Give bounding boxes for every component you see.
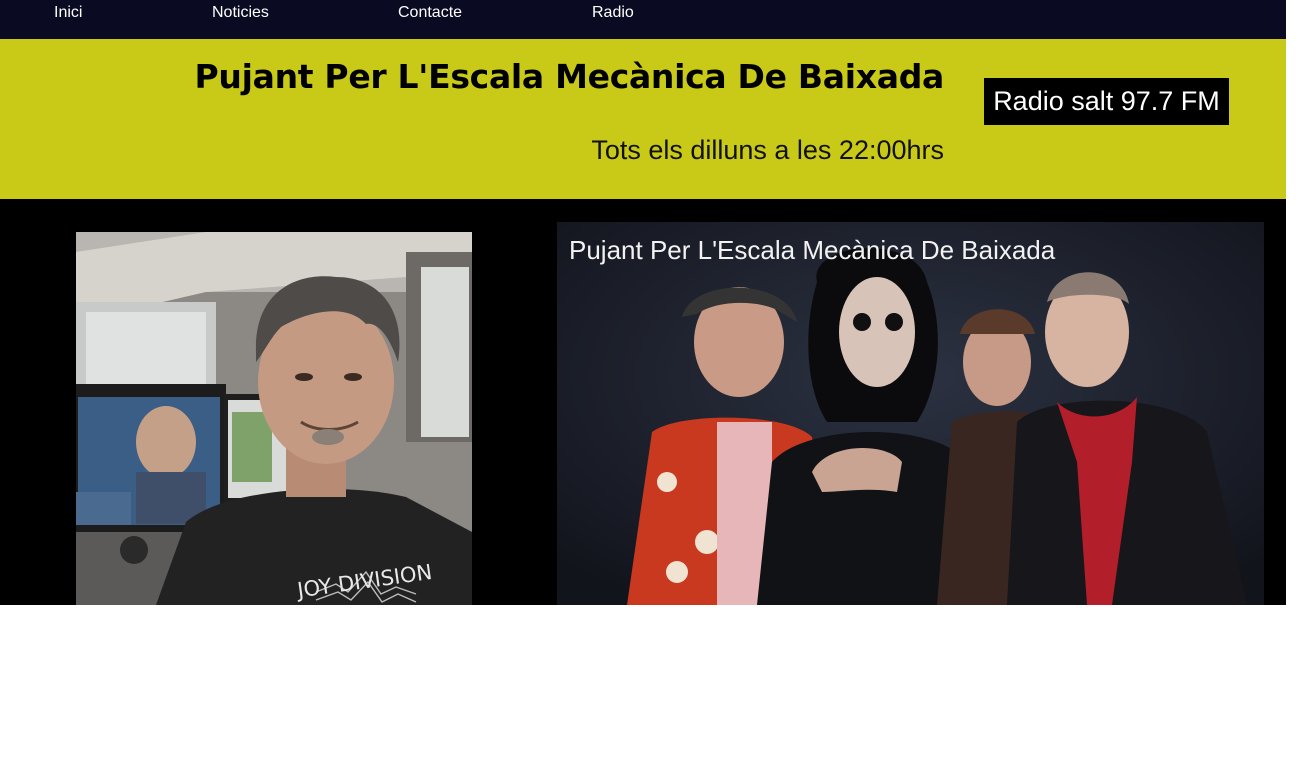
nav-link-contacte[interactable]: Contacte [398, 4, 462, 22]
host-photo: JOY DIVISION [76, 232, 472, 605]
band-photo-caption: Pujant Per L'Escala Mecànica De Baixada [569, 235, 1056, 265]
schedule-text: Tots els dilluns a les 22:00hrs [591, 135, 944, 165]
top-navigation: Inici Noticies Contacte Radio [0, 0, 1286, 39]
scrollbar-gutter [1286, 0, 1305, 605]
nav-link-radio[interactable]: Radio [592, 4, 634, 22]
band-photo: Pujant Per L'Escala Mecànica De Baixada [557, 222, 1264, 605]
radio-station-badge: Radio salt 97.7 FM [984, 78, 1229, 125]
show-header: Pujant Per L'Escala Mecànica De Baixada … [0, 39, 1286, 199]
nav-link-noticies[interactable]: Noticies [212, 4, 269, 22]
page-title: Pujant Per L'Escala Mecànica De Baixada [194, 57, 945, 96]
nav-link-inici[interactable]: Inici [54, 4, 82, 22]
band-photo-illustration: Pujant Per L'Escala Mecànica De Baixada [557, 222, 1264, 605]
host-photo-illustration: JOY DIVISION [76, 232, 472, 605]
